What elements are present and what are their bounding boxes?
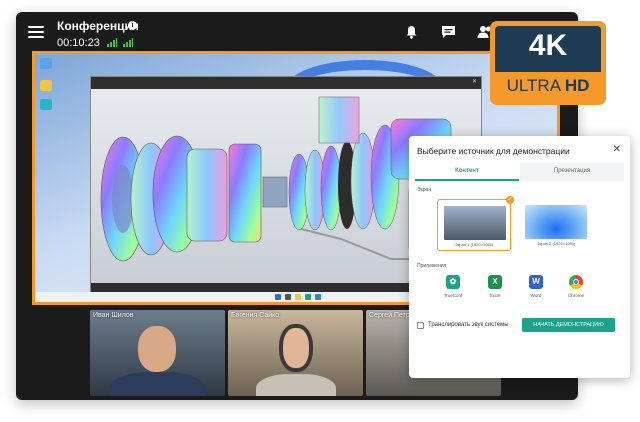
checkmark-icon: ✓ [506,196,514,204]
4k-ultra-hd-badge: 4K ULTRA HD [490,21,606,105]
conference-title: Конференция [57,19,139,33]
participant-face [138,326,176,372]
dialog-title: Выберите источник для демонстрации [417,146,570,156]
participant-tile[interactable]: Иван Шилов [90,310,225,396]
app-option-trueconf[interactable]: ✿ TrueConf [436,275,470,298]
notification-bell-icon[interactable] [405,25,418,42]
signal-strength-icon [107,38,117,47]
signal-strength-icon [123,38,133,47]
participant-name: Сергей Петро [369,312,414,319]
screen-option-2[interactable]: Экран 2 (1920×1080) [519,199,593,251]
badge-hd-text: HD [564,76,590,95]
search-icon[interactable] [285,294,291,300]
folder-icon[interactable] [40,80,52,91]
participant-body [110,372,205,396]
screen-caption: Экран 1 (1920×1080) [454,242,494,247]
file-explorer-icon[interactable] [295,294,301,300]
participant-tile[interactable]: Евгения Сайко [228,310,363,396]
participant-face [279,324,313,372]
badge-ultra-text: ULTRA [506,76,565,95]
participant-name: Евгения Сайко [231,312,280,319]
call-timer: 00:10:23 [57,37,100,49]
source-tabs: Контент Презентация [415,163,624,181]
start-demonstration-button[interactable]: НАЧАТЬ ДЕМОНСТРАЦИЮ [522,318,615,332]
start-menu-icon[interactable] [275,294,281,300]
excel-icon: X [488,275,502,289]
trueconf-icon: ✿ [446,275,460,289]
participant-name: Иван Шилов [93,312,134,319]
close-icon[interactable]: ✕ [472,78,477,85]
app-shortcut-icon[interactable] [40,99,52,110]
app-label: TrueConf [443,293,463,298]
apps-section-label: Приложения [417,263,447,269]
app-label: Chrome [567,293,584,298]
screen-thumbnail [444,206,506,240]
badge-ultra-hd-text: ULTRA HD [495,72,601,100]
app-option-word[interactable]: W Word [519,275,553,298]
badge-4k-text: 4K [528,29,568,62]
app-label: Excel [489,293,501,298]
app-option-excel[interactable]: X Excel [478,275,512,298]
cad-titlebar: ✕ [91,77,481,89]
screens-section-label: Экран [417,187,432,193]
desktop-icon[interactable] [40,58,52,69]
close-icon[interactable]: ✕ [613,144,621,155]
system-audio-checkbox[interactable] [417,322,424,329]
tab-presentation[interactable]: Презентация [520,163,624,181]
screen-caption: Экран 2 (1920×1080) [536,241,576,246]
app-icon[interactable] [315,294,321,300]
info-icon[interactable]: i [128,21,137,30]
word-icon: W [529,275,543,289]
chrome-icon [569,275,583,289]
screen-thumbnail [525,205,587,239]
hamburger-menu-icon[interactable] [28,26,44,38]
tab-content[interactable]: Контент [415,163,519,181]
app-option-chrome[interactable]: Chrome [559,275,593,298]
app-label: Word [530,293,542,298]
system-audio-label: Транслировать звук системы [428,322,509,328]
source-picker-dialog: Выберите источник для демонстрации ✕ Кон… [409,136,630,378]
chat-icon[interactable] [441,25,456,42]
app-icon[interactable] [305,294,311,300]
participant-body [256,374,336,396]
screen-option-1[interactable]: Экран 1 (1920×1080) ✓ [437,196,514,251]
